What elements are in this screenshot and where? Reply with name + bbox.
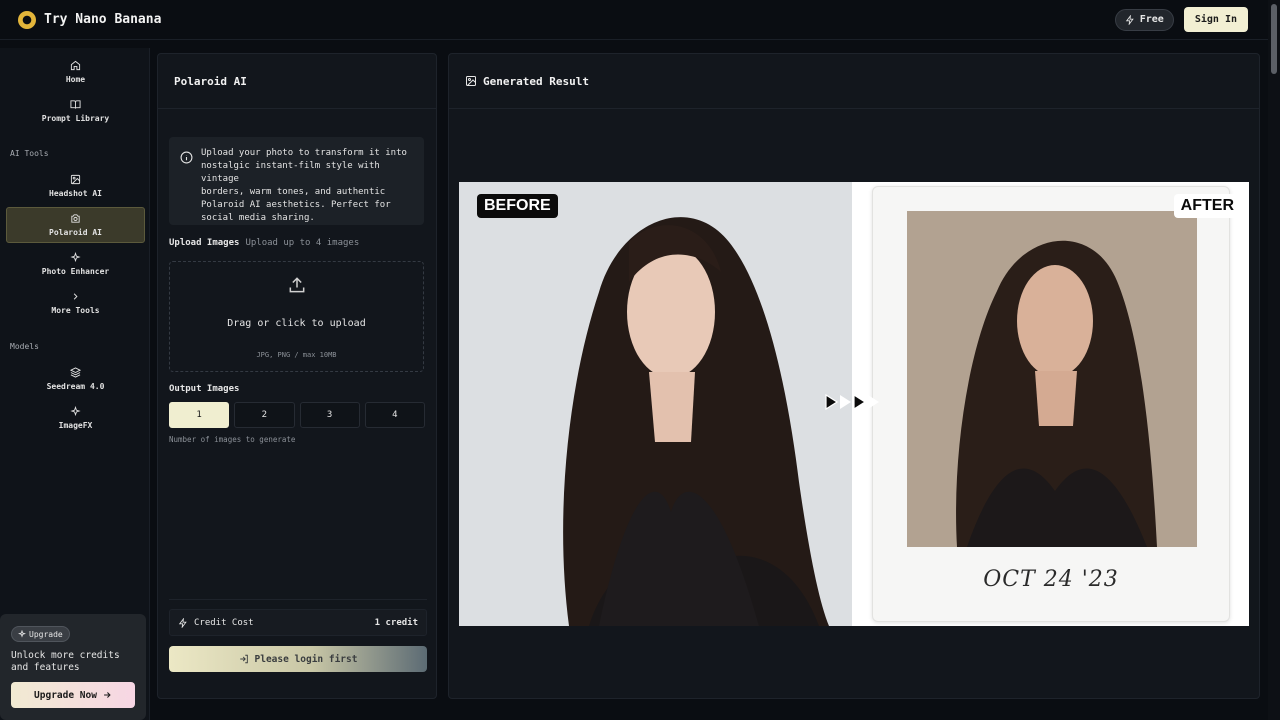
sidebar-item-polaroid-ai[interactable]: Polaroid AI (6, 207, 145, 243)
sidebar-item-imagefx[interactable]: ImageFX (6, 400, 145, 436)
sidebar-item-more-tools[interactable]: More Tools (6, 285, 145, 321)
free-plan-badge[interactable]: Free (1114, 8, 1174, 31)
chevron-right-icon (73, 293, 78, 300)
output-count-hint: Number of images to generate (169, 435, 296, 444)
upgrade-badge: Upgrade (11, 626, 70, 642)
upgrade-card: Upgrade Unlock more credits and features… (0, 614, 146, 720)
dropzone-text: Drag or click to upload (227, 318, 366, 329)
lightning-icon (1125, 14, 1134, 25)
brand-name: Try Nano Banana (44, 12, 162, 27)
info-icon (180, 151, 193, 164)
logo-icon (18, 10, 36, 29)
image-icon (70, 174, 81, 185)
brand[interactable]: Try Nano Banana (18, 10, 162, 29)
sparkles-icon (70, 252, 81, 263)
result-header: Generated Result (449, 54, 1259, 109)
divider (169, 599, 427, 600)
top-bar: Try Nano Banana Free Sign In (0, 0, 1268, 40)
upgrade-text: Unlock more credits and features (11, 650, 120, 673)
models-section-label: Models (10, 342, 39, 351)
result-panel: Generated Result BEFORE OCT 24 '23 AFTER (448, 53, 1260, 699)
sidebar-item-seedream[interactable]: Seedream 4.0 (6, 361, 145, 397)
play-arrow-icon (868, 395, 879, 409)
login-icon (239, 654, 248, 664)
tool-panel: Polaroid AI Upload your photo to transfo… (157, 53, 437, 699)
after-image: OCT 24 '23 AFTER (852, 182, 1249, 626)
polaroid-photo (907, 211, 1197, 547)
before-after-comparison: BEFORE OCT 24 '23 AFTER (459, 182, 1249, 626)
output-count-option[interactable]: 1 (169, 402, 230, 428)
sparkles-icon (18, 630, 26, 638)
output-count-option[interactable]: 2 (234, 402, 295, 428)
result-title: Generated Result (483, 74, 589, 88)
sidebar-item-headshot-ai[interactable]: Headshot AI (6, 168, 145, 204)
before-image: BEFORE (459, 182, 852, 626)
sidebar-item-label: Prompt Library (41, 114, 110, 123)
upload-icon (289, 277, 305, 293)
dropzone-subtext: JPG, PNG / max 10MB (256, 351, 337, 359)
sidebar-item-home[interactable]: Home (6, 54, 145, 90)
upload-label-text: Upload Images (169, 238, 240, 248)
info-line: Polaroid AI aesthetics. Perfect for (201, 200, 391, 210)
tool-panel-title: Polaroid AI (158, 54, 436, 109)
sidebar-item-label: More Tools (51, 306, 100, 315)
book-icon (70, 100, 81, 109)
info-box: Upload your photo to transform it into n… (169, 137, 424, 225)
play-arrow-icon (840, 395, 851, 409)
lightning-icon (178, 617, 187, 628)
sidebar-item-photo-enhancer[interactable]: Photo Enhancer (6, 246, 145, 282)
sidebar-item-prompt-library[interactable]: Prompt Library (6, 93, 145, 129)
sparkles-icon (70, 406, 81, 417)
upgrade-button-label: Upgrade Now (34, 689, 97, 701)
image-icon (466, 76, 476, 86)
after-label: AFTER (1173, 194, 1241, 218)
sidebar-item-label: Seedream 4.0 (46, 382, 105, 391)
login-button-label: Please login first (254, 653, 358, 665)
camera-icon (71, 214, 80, 223)
upload-images-label: Upload Images Upload up to 4 images (169, 238, 359, 248)
page-scrollbar[interactable] (1268, 0, 1280, 720)
top-actions: Free Sign In (1114, 7, 1248, 32)
sidebar-item-label: Polaroid AI (49, 228, 102, 237)
arrow-right-icon (104, 692, 111, 698)
home-icon (70, 60, 81, 71)
sidebar-item-label: Photo Enhancer (41, 267, 110, 276)
output-count-option[interactable]: 4 (364, 402, 425, 428)
sidebar-item-label: Home (65, 75, 86, 84)
info-line: social media sharing. (201, 213, 315, 223)
credit-cost-value: 1 credit (374, 617, 418, 628)
credit-cost-label: Credit Cost (194, 617, 254, 628)
free-label: Free (1139, 14, 1164, 25)
info-line: nostalgic instant-film style with vintag… (201, 161, 380, 184)
output-images-label: Output Images (169, 384, 240, 394)
sidebar: Home Prompt Library AI Tools Headshot AI… (0, 48, 150, 720)
info-line: borders, warm tones, and authentic (201, 187, 386, 197)
sign-in-button[interactable]: Sign In (1183, 7, 1248, 32)
output-count-option[interactable]: 3 (299, 402, 360, 428)
polaroid-caption: OCT 24 '23 (983, 567, 1119, 592)
portrait-after-image (907, 211, 1197, 547)
upgrade-badge-label: Upgrade (29, 629, 63, 639)
credit-cost-label-group: Credit Cost (178, 617, 254, 628)
before-label: BEFORE (477, 194, 558, 218)
sidebar-item-label: ImageFX (58, 421, 93, 430)
sidebar-item-label: Headshot AI (49, 189, 102, 198)
output-count-selector: 1 2 3 4 (169, 402, 425, 428)
polaroid-frame: OCT 24 '23 (872, 186, 1230, 622)
credit-cost-row: Credit Cost 1 credit (169, 609, 427, 636)
play-arrow-icon (825, 394, 838, 410)
scrollbar-thumb[interactable] (1271, 4, 1277, 74)
ai-tools-section-label: AI Tools (10, 149, 49, 158)
play-arrow-icon (853, 394, 866, 410)
upload-dropzone[interactable]: Drag or click to upload JPG, PNG / max 1… (169, 261, 424, 372)
info-line: Upload your photo to transform it into (201, 148, 407, 158)
comparison-arrows (825, 394, 880, 410)
portrait-before-image (459, 182, 852, 626)
layers-icon (70, 367, 81, 378)
login-first-button[interactable]: Please login first (169, 646, 427, 672)
upload-hint: Upload up to 4 images (245, 238, 360, 248)
upgrade-now-button[interactable]: Upgrade Now (11, 682, 135, 708)
